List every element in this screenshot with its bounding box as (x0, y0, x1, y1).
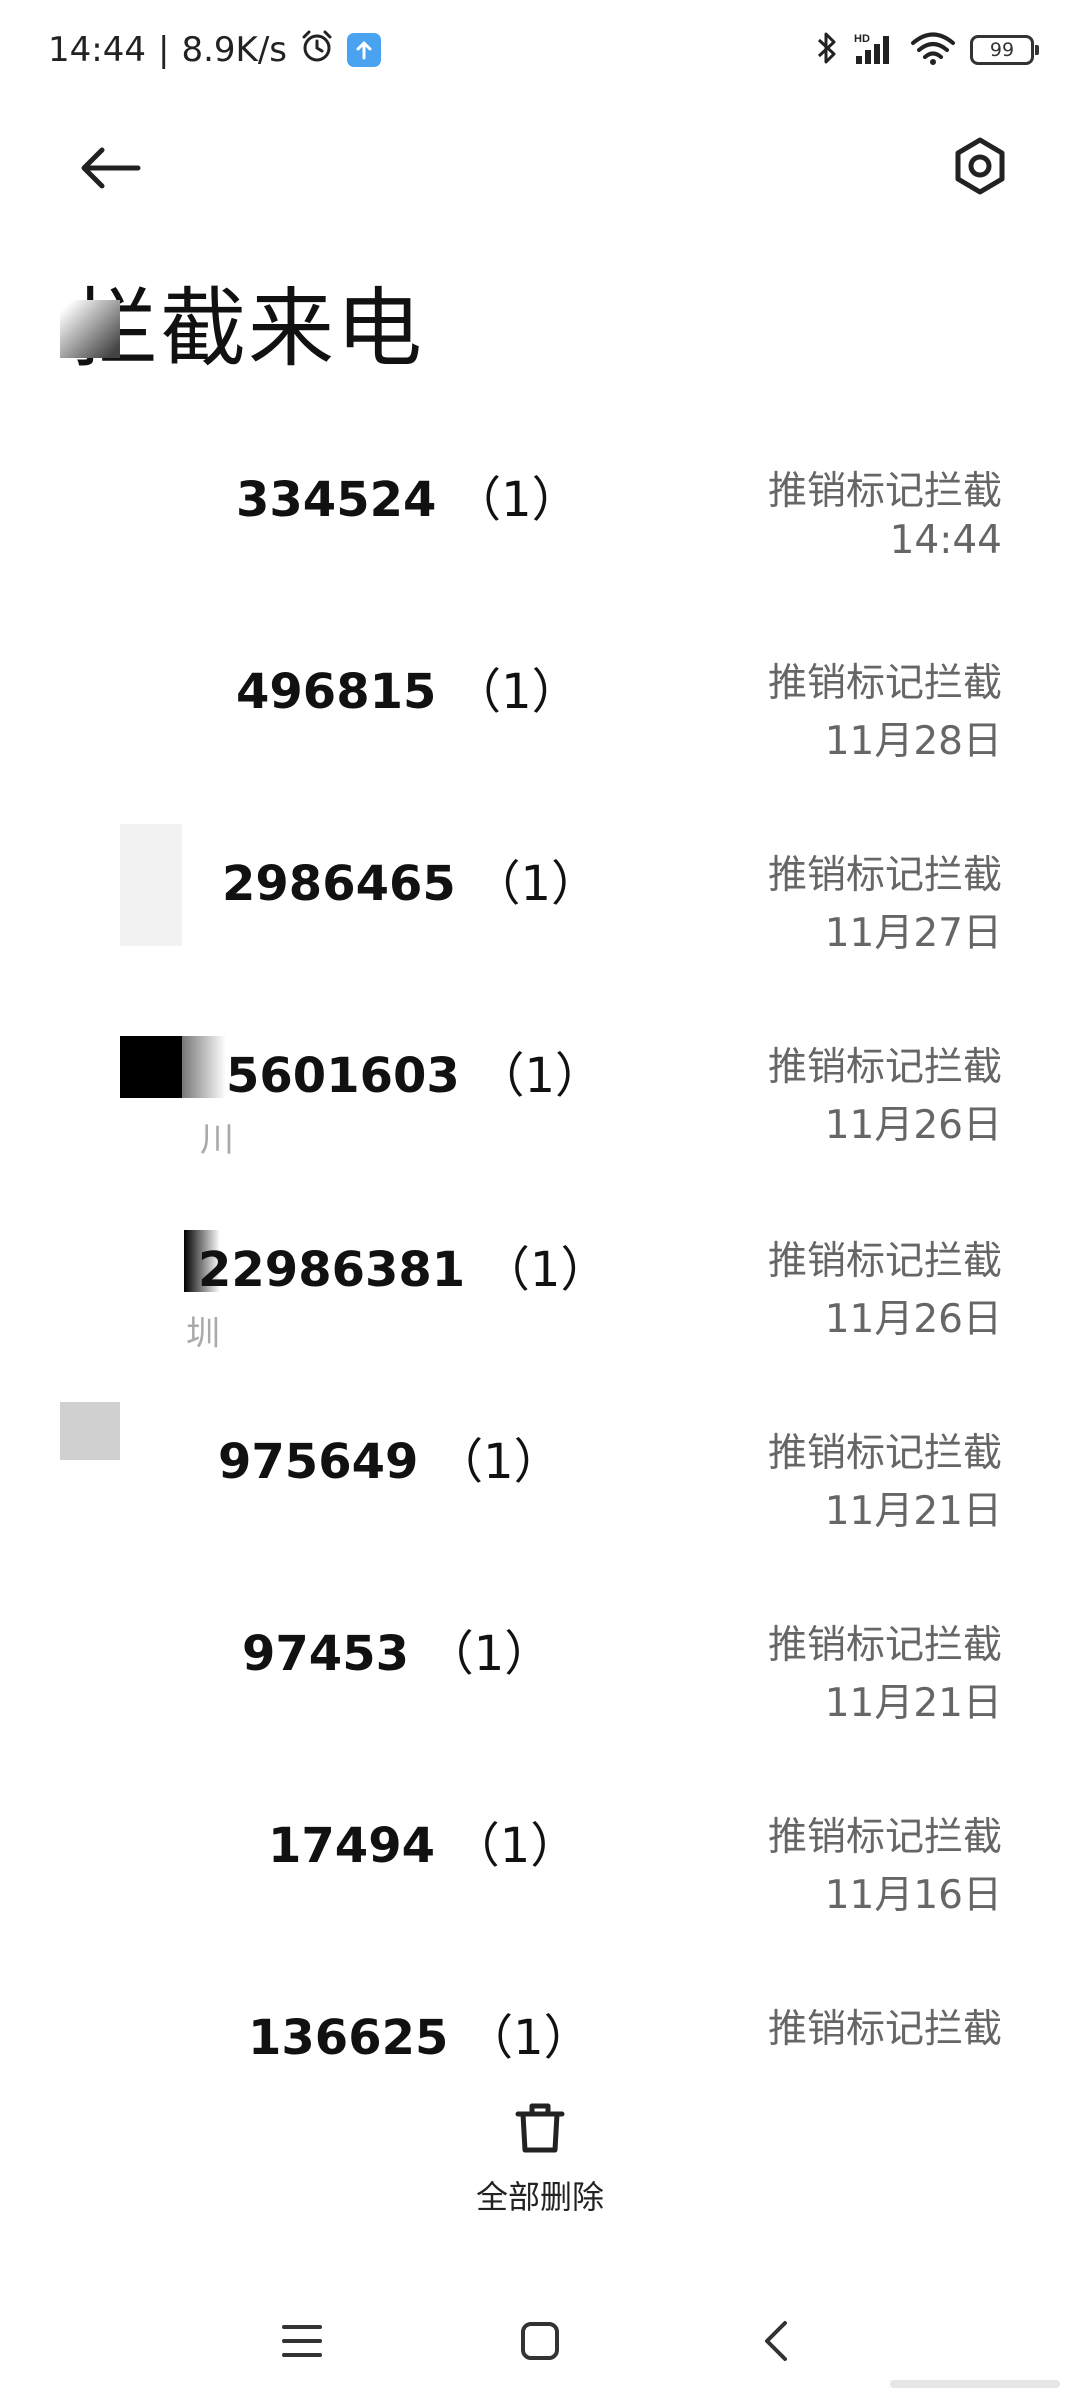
call-row[interactable]: 334524 （1） 推销标记拦截 14:44 (0, 440, 1080, 635)
call-number: 22986381 （1） (198, 1230, 608, 1300)
phone-number: 97453 (242, 1626, 409, 1682)
block-reason: 推销标记拦截 (767, 1431, 1002, 1476)
call-location: 圳 (186, 1314, 220, 1354)
page-title: 拦截来电 (72, 279, 424, 379)
block-reason: 推销标记拦截 (767, 1815, 1002, 1860)
block-reason: 推销标记拦截 (767, 469, 1002, 514)
status-left: 14:44 | 8.9K/s (48, 24, 381, 76)
call-number: 975649 （1） (218, 1422, 562, 1492)
redaction-block (60, 300, 120, 358)
phone-number: 17494 (268, 1818, 435, 1874)
status-right: HD 99 (816, 24, 1039, 76)
upload-icon (347, 33, 381, 67)
delete-all-label: 全部删除 (475, 2178, 604, 2216)
call-row[interactable]: 136625 （1） 推销标记拦截 (0, 1978, 1080, 2065)
call-count: （1） (476, 1048, 604, 1104)
nav-home-button[interactable] (500, 2308, 580, 2378)
block-reason: 推销标记拦截 (767, 661, 1002, 706)
call-time: 11月21日 (824, 1489, 1002, 1534)
settings-icon (950, 136, 1010, 200)
svg-text:HD: HD (854, 33, 870, 45)
nav-back-button[interactable] (736, 2308, 816, 2378)
call-time: 11月26日 (824, 1297, 1002, 1342)
call-number: 5601603 （1） (226, 1036, 603, 1106)
battery-level: 99 (989, 39, 1015, 61)
network-speed: 8.9K/s (181, 30, 287, 70)
home-indicator (890, 2380, 1060, 2388)
block-reason: 推销标记拦截 (767, 1623, 1002, 1668)
status-bar: 14:44 | 8.9K/s HD 99 (0, 0, 1080, 100)
call-time: 11月28日 (824, 719, 1002, 764)
wifi-icon (910, 30, 956, 70)
block-reason: 推销标记拦截 (767, 1239, 1002, 1284)
phone-number: 334524 (236, 472, 437, 528)
phone-number: 2986465 (222, 856, 456, 912)
call-time: 14:44 (889, 518, 1002, 563)
delete-all-button[interactable]: 全部删除 (440, 2100, 640, 2230)
nav-menu-button[interactable] (262, 2308, 342, 2378)
signal-icon: HD (852, 30, 896, 70)
call-count: （1） (435, 1434, 562, 1490)
redaction-block (182, 1036, 226, 1098)
redaction-block (120, 824, 182, 946)
home-icon (519, 2320, 561, 2366)
status-time: 14:44 (48, 30, 146, 70)
call-time: 11月26日 (824, 1103, 1002, 1148)
call-number: 334524 （1） (236, 460, 580, 530)
call-count: （1） (453, 664, 580, 720)
menu-icon (280, 2321, 324, 2365)
call-count: （1） (481, 1242, 609, 1298)
call-row[interactable]: 496815 （1） 推销标记拦截 11月28日 (0, 632, 1080, 827)
call-number: 97453 （1） (242, 1614, 552, 1684)
back-button[interactable] (70, 130, 150, 210)
alarm-icon (299, 28, 335, 73)
back-arrow-icon (78, 146, 142, 194)
phone-number: 136625 (248, 2010, 449, 2065)
nav-back-icon (761, 2319, 791, 2367)
blocked-call-list[interactable]: 334524 （1） 推销标记拦截 14:44 496815 （1） 推销标记拦… (0, 440, 1080, 2065)
trash-icon (512, 2100, 568, 2160)
call-count: （1） (451, 1818, 579, 1874)
call-number: 496815 （1） (236, 652, 580, 722)
call-row[interactable]: 5601603 （1） 川 推销标记拦截 11月26日 (0, 1016, 1080, 1211)
call-count: （1） (453, 472, 580, 528)
phone-number: 5601603 (226, 1048, 460, 1104)
call-location: 川 (200, 1120, 234, 1160)
call-number: 17494 （1） (268, 1806, 578, 1876)
call-number: 2986465 （1） (222, 844, 599, 914)
block-reason: 推销标记拦截 (767, 1045, 1002, 1090)
call-number: 136625 （1） (248, 1998, 592, 2065)
call-row[interactable]: 22986381 （1） 圳 推销标记拦截 11月26日 (0, 1210, 1080, 1405)
settings-button[interactable] (940, 128, 1020, 208)
call-row[interactable]: 2986465 （1） 推销标记拦截 11月27日 (0, 824, 1080, 1019)
redaction-block (60, 1402, 120, 1460)
call-count: （1） (425, 1626, 553, 1682)
call-time: 11月16日 (824, 1873, 1002, 1918)
blocked-calls-screen: 14:44 | 8.9K/s HD 99 拦截来电 334524 （1） 推销标… (0, 0, 1080, 2400)
block-reason: 推销标记拦截 (767, 2007, 1002, 2052)
bluetooth-icon (816, 30, 838, 70)
phone-number: 496815 (236, 664, 437, 720)
call-row[interactable]: 17494 （1） 推销标记拦截 11月16日 (0, 1786, 1080, 1981)
call-time: 11月27日 (824, 911, 1002, 956)
call-count: （1） (465, 2010, 592, 2065)
call-time: 11月21日 (824, 1681, 1002, 1726)
phone-number: 975649 (218, 1434, 419, 1490)
status-separator: | (157, 30, 170, 70)
call-row[interactable]: 97453 （1） 推销标记拦截 11月21日 (0, 1594, 1080, 1789)
battery-indicator: 99 (970, 35, 1039, 65)
call-row[interactable]: 975649 （1） 推销标记拦截 11月21日 (0, 1402, 1080, 1597)
call-count: （1） (472, 856, 600, 912)
redaction-block (120, 1036, 182, 1098)
block-reason: 推销标记拦截 (767, 853, 1002, 898)
phone-number: 22986381 (198, 1242, 466, 1298)
